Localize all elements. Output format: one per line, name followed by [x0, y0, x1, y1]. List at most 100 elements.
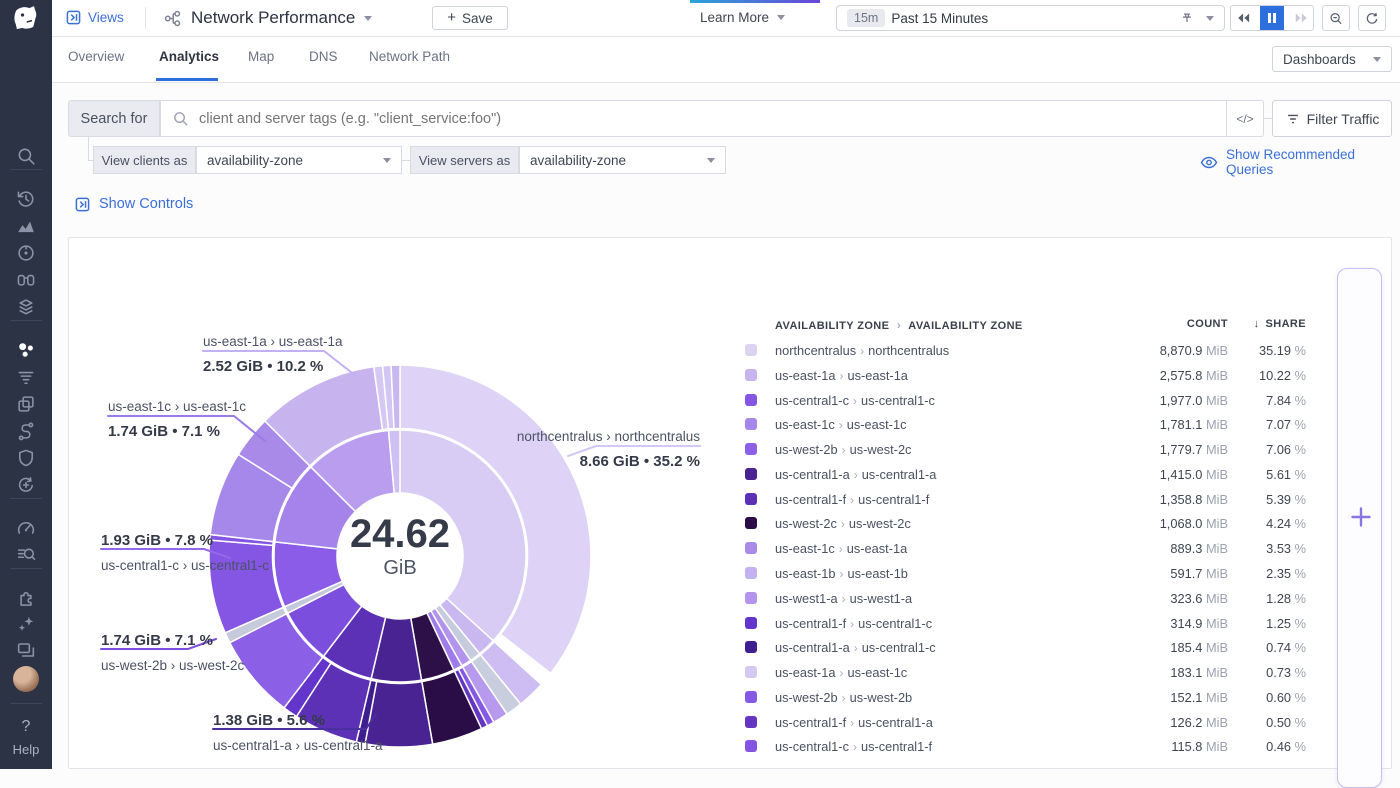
log-explorer-icon[interactable] — [16, 545, 36, 565]
table-row[interactable]: us-east-1a›us-east-1c183.1 MiB0.73 % — [716, 661, 1316, 685]
chevron-down-icon[interactable] — [1206, 16, 1214, 21]
table-row[interactable]: us-east-1c›us-east-1c1,781.1 MiB7.07 % — [716, 413, 1316, 437]
sidebar-divider — [10, 498, 42, 499]
share-value: 10.22 % — [1196, 368, 1306, 383]
pause-button[interactable] — [1260, 6, 1283, 30]
apm-icon[interactable] — [16, 394, 36, 414]
callout-pair-label: us-central1-a › us-central1-a — [213, 737, 383, 755]
tab-network-path[interactable]: Network Path — [369, 49, 450, 64]
share-value: 1.28 % — [1196, 591, 1306, 606]
datadog-logo[interactable] — [10, 4, 42, 34]
network-icon[interactable] — [16, 340, 36, 360]
callout-value-label: 1.93 GiB • 7.8 % — [101, 531, 269, 551]
view-servers-as-select[interactable]: availability-zone — [519, 146, 726, 174]
views-button[interactable]: Views — [66, 10, 124, 25]
share-value: 3.53 % — [1196, 541, 1306, 556]
callout-value-label: 8.66 GiB • 35.2 % — [517, 452, 700, 472]
tab-dns[interactable]: DNS — [309, 49, 338, 64]
table-row[interactable]: us-west1-a›us-west1-a323.6 MiB1.28 % — [716, 587, 1316, 611]
rewind-button[interactable] — [1231, 6, 1254, 30]
table-header-share[interactable]: ↓SHARE — [1186, 318, 1306, 330]
search-input[interactable] — [197, 110, 1226, 128]
search-icon[interactable] — [16, 146, 36, 166]
metrics-icon[interactable] — [16, 216, 36, 236]
puzzle-icon[interactable] — [16, 588, 36, 608]
zone-pair-label: us-west-2c›us-west-2c — [775, 516, 911, 531]
table-row[interactable]: us-east-1b›us-east-1b591.7 MiB2.35 % — [716, 562, 1316, 586]
row-color-swatch — [745, 641, 757, 653]
rum-icon[interactable] — [16, 640, 36, 660]
show-recommended-queries-link[interactable]: Show Recommended Queries — [1200, 147, 1400, 177]
history-icon[interactable] — [16, 189, 36, 209]
user-avatar[interactable] — [13, 666, 39, 692]
collapsed-side-panel[interactable] — [1337, 268, 1382, 788]
row-color-swatch — [745, 666, 757, 678]
watchdog-icon[interactable] — [16, 270, 36, 290]
table-row[interactable]: us-central1-a›us-central1-c185.4 MiB0.74… — [716, 636, 1316, 660]
callout-pair-label: us-central1-c › us-central1-c — [101, 557, 269, 575]
table-row[interactable]: us-central1-f›us-central1-c314.9 MiB1.25… — [716, 612, 1316, 636]
table-row[interactable]: us-east-1a›us-east-1a2,575.8 MiB10.22 % — [716, 364, 1316, 388]
table-row[interactable]: us-central1-a›us-central1-a1,415.0 MiB5.… — [716, 463, 1316, 487]
security-icon[interactable] — [16, 448, 36, 468]
monitors-icon[interactable] — [16, 243, 36, 263]
learn-more-button[interactable]: Learn More — [700, 10, 785, 25]
sunburst-callout: us-east-1a › us-east-1a2.52 GiB • 10.2 % — [203, 333, 343, 377]
zone-pair-label: us-west1-a›us-west1-a — [775, 591, 912, 606]
row-color-swatch — [745, 567, 757, 579]
search-input-wrap — [160, 100, 1227, 137]
gauge-icon[interactable] — [16, 518, 36, 538]
table-row[interactable]: us-central1-c›us-central1-c1,977.0 MiB7.… — [716, 389, 1316, 413]
share-value: 0.46 % — [1196, 739, 1306, 754]
callout-pair-label: northcentralus › northcentralus — [517, 428, 700, 446]
show-recommended-queries-label: Show Recommended Queries — [1226, 147, 1400, 177]
sunburst-callout: 1.93 GiB • 7.8 % us-central1-c › us-centr… — [101, 531, 269, 575]
zoom-out-button[interactable] — [1322, 5, 1350, 31]
tab-analytics[interactable]: Analytics — [159, 49, 219, 64]
filter-traffic-button[interactable]: Filter Traffic — [1272, 100, 1392, 137]
table-row[interactable]: us-central1-f›us-central1-f1,358.8 MiB5.… — [716, 488, 1316, 512]
tab-overview[interactable]: Overview — [68, 49, 124, 64]
refresh-button[interactable] — [1358, 5, 1386, 31]
chevron-down-icon — [1373, 57, 1381, 62]
traffic-table: AVAILABILITY ZONE › AVAILABILITY ZONE CO… — [716, 306, 1356, 768]
help-label[interactable]: Help — [0, 742, 52, 757]
time-range-selector[interactable]: 15m Past 15 Minutes — [836, 5, 1225, 31]
plus-icon[interactable] — [1350, 506, 1372, 528]
callout-value-label: 1.74 GiB • 7.1 % — [101, 631, 244, 651]
table-header-zones[interactable]: AVAILABILITY ZONE › AVAILABILITY ZONE — [775, 318, 1023, 332]
livetail-icon[interactable] — [16, 367, 36, 387]
row-color-swatch — [745, 716, 757, 728]
time-label: Past 15 Minutes — [891, 11, 988, 26]
table-row[interactable]: us-west-2c›us-west-2c1,068.0 MiB4.24 % — [716, 512, 1316, 536]
dashboards-button[interactable]: Dashboards — [1272, 46, 1392, 72]
view-clients-as-select[interactable]: availability-zone — [196, 146, 402, 174]
show-controls-link[interactable]: Show Controls — [75, 196, 193, 212]
filter-icon — [1285, 111, 1301, 127]
callout-value-label: 2.52 GiB • 10.2 % — [203, 357, 343, 377]
pin-icon[interactable] — [1180, 11, 1194, 25]
page-title-group[interactable]: Network Performance — [163, 8, 372, 28]
zone-pair-label: us-east-1b›us-east-1b — [775, 566, 908, 581]
tab-map[interactable]: Map — [248, 49, 274, 64]
ci-icon[interactable] — [16, 475, 36, 495]
service-map-icon[interactable] — [16, 421, 36, 441]
table-row[interactable]: us-west-2b›us-west-2c1,779.7 MiB7.06 % — [716, 438, 1316, 462]
table-row[interactable]: us-east-1c›us-east-1a889.3 MiB3.53 % — [716, 537, 1316, 561]
help-icon[interactable]: ? — [0, 718, 52, 736]
table-row[interactable]: northcentralus›northcentralus8,870.9 MiB… — [716, 339, 1316, 363]
table-row[interactable]: us-central1-f›us-central1-a126.2 MiB0.50… — [716, 711, 1316, 735]
time-badge: 15m — [847, 9, 885, 27]
row-color-swatch — [745, 344, 757, 356]
filter-traffic-label: Filter Traffic — [1307, 111, 1380, 127]
row-color-swatch — [745, 418, 757, 430]
save-button[interactable]: + Save — [432, 6, 508, 30]
fast-forward-button[interactable] — [1290, 6, 1313, 30]
sunburst-callout: us-east-1c › us-east-1c1.74 GiB • 7.1 % — [108, 398, 246, 442]
integrations-icon[interactable] — [16, 297, 36, 317]
bits-ai-icon[interactable] — [16, 614, 36, 634]
code-query-button[interactable]: </> — [1226, 100, 1264, 137]
zone-pair-label: us-east-1a›us-east-1c — [775, 665, 907, 680]
table-row[interactable]: us-west-2b›us-west-2b152.1 MiB0.60 % — [716, 686, 1316, 710]
table-row[interactable]: us-central1-c›us-central1-f115.8 MiB0.46… — [716, 735, 1316, 759]
